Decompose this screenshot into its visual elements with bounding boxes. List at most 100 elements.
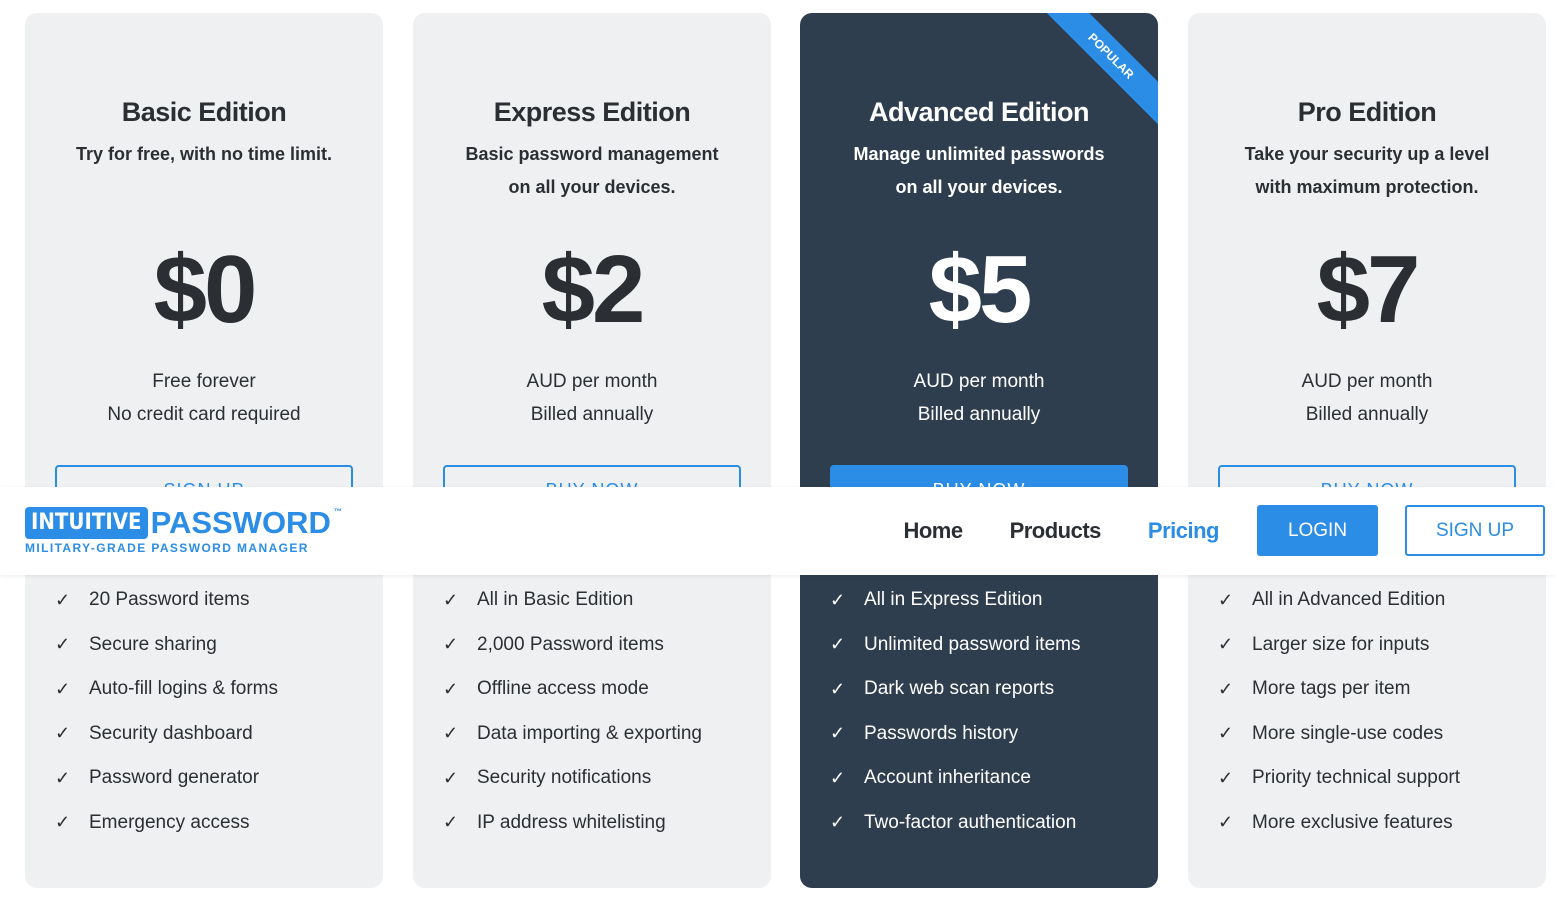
plan-title: Advanced Edition (868, 97, 1090, 127)
plan-description: Basic password management on all your de… (465, 144, 719, 197)
check-icon: ✓ (1218, 589, 1234, 610)
nav-home[interactable]: Home (903, 518, 963, 544)
feature-label: More tags per item (1252, 678, 1411, 700)
feature-item: ✓ Unlimited password items (830, 623, 1148, 668)
feature-label: IP address whitelisting (477, 811, 666, 833)
feature-item: ✓ 20 Password items (55, 578, 373, 623)
feature-label: All in Express Edition (864, 589, 1043, 611)
feature-label: Security notifications (477, 767, 652, 789)
plan-billing: AUD per month Billed annually (800, 365, 1158, 431)
logo-word-intuitive: INTUITIVE (25, 507, 148, 539)
feature-item: ✓ Security dashboard (55, 712, 373, 757)
billing-line-1: AUD per month (1301, 371, 1433, 392)
plan-price: $2 (541, 236, 646, 343)
plan-billing: Free forever No credit card required (25, 365, 383, 431)
plan-price: $7 (1316, 236, 1421, 343)
feature-label: Unlimited password items (864, 633, 1081, 655)
feature-item: ✓ Data importing & exporting (443, 712, 761, 757)
check-icon: ✓ (55, 589, 71, 610)
feature-item: ✓ Password generator (55, 756, 373, 801)
check-icon: ✓ (830, 678, 846, 699)
feature-item: ✓ Two-factor authentication (830, 801, 1148, 846)
feature-label: More exclusive features (1252, 811, 1453, 833)
check-icon: ✓ (1218, 767, 1234, 788)
feature-item: ✓ Security notifications (443, 756, 761, 801)
check-icon: ✓ (443, 723, 459, 744)
logo-word-password: PASSWORD (150, 505, 331, 540)
feature-list: ✓ 20 Password items ✓ Secure sharing ✓ Auto-f… (55, 578, 373, 845)
feature-item: ✓ Priority technical support (1218, 756, 1536, 801)
check-icon: ✓ (830, 589, 846, 610)
logo-tagline: MILITARY-GRADE PASSWORD MANAGER (25, 541, 309, 555)
main-nav: Home Products Pricing LOGIN SIGN UP (903, 505, 1545, 556)
plan-card-advanced: Advanced Edition Manage unlimited passwo… (800, 13, 1158, 888)
feature-label: 2,000 Password items (477, 633, 664, 655)
billing-line-1: AUD per month (913, 371, 1045, 392)
feature-label: Security dashboard (89, 722, 253, 744)
plan-billing: AUD per month Billed annually (413, 365, 771, 431)
billing-line-2: Billed annually (1305, 404, 1429, 425)
feature-list: ✓ All in Express Edition ✓ Unlimited passwo… (830, 578, 1148, 845)
feature-label: Account inheritance (864, 767, 1031, 789)
feature-label: Dark web scan reports (864, 678, 1055, 700)
plan-price: $5 (928, 236, 1033, 343)
billing-line-2: Billed annually (917, 404, 1041, 425)
billing-line-2: Billed annually (530, 404, 654, 425)
plan-card-pro: Pro Edition Take your security up a leve… (1188, 13, 1546, 888)
check-icon: ✓ (443, 767, 459, 788)
plan-title: Express Edition (493, 97, 691, 127)
nav-pricing[interactable]: Pricing (1148, 518, 1220, 544)
feature-item: ✓ More tags per item (1218, 667, 1536, 712)
login-button[interactable]: LOGIN (1257, 505, 1378, 556)
check-icon: ✓ (1218, 812, 1234, 833)
feature-item: ✓ More exclusive features (1218, 801, 1536, 846)
feature-item: ✓ Passwords history (830, 712, 1148, 757)
feature-list: ✓ All in Advanced Edition ✓ Larger size for… (1218, 578, 1536, 845)
feature-item: ✓ Larger size for inputs (1218, 623, 1536, 668)
plan-billing: AUD per month Billed annually (1188, 365, 1546, 431)
check-icon: ✓ (443, 589, 459, 610)
check-icon: ✓ (55, 678, 71, 699)
check-icon: ✓ (55, 812, 71, 833)
plan-description: Take your security up a level with maxim… (1244, 144, 1490, 197)
feature-label: 20 Password items (89, 589, 250, 611)
billing-line-2: No credit card required (107, 404, 301, 425)
feature-item: ✓ IP address whitelisting (443, 801, 761, 846)
feature-item: ✓ Account inheritance (830, 756, 1148, 801)
check-icon: ✓ (443, 634, 459, 655)
check-icon: ✓ (1218, 723, 1234, 744)
check-icon: ✓ (55, 634, 71, 655)
nav-products[interactable]: Products (1010, 518, 1102, 544)
feature-label: More single-use codes (1252, 722, 1444, 744)
plan-description: Manage unlimited passwords on all your d… (853, 144, 1105, 197)
logo-trademark: ™ (333, 507, 342, 516)
feature-item: ✓ Emergency access (55, 801, 373, 846)
check-icon: ✓ (1218, 634, 1234, 655)
feature-item: ✓ Dark web scan reports (830, 667, 1148, 712)
billing-line-1: Free forever (152, 371, 256, 392)
feature-label: Offline access mode (477, 678, 649, 700)
site-header: INTUITIVE PASSWORD ™ MILITARY-GRADE PASS… (0, 487, 1555, 575)
feature-item: ✓ All in Express Edition (830, 578, 1148, 623)
feature-label: Auto-fill logins & forms (89, 678, 279, 700)
feature-item: ✓ Secure sharing (55, 623, 373, 668)
check-icon: ✓ (443, 812, 459, 833)
feature-label: Larger size for inputs (1252, 633, 1430, 655)
plan-title: Basic Edition (121, 97, 287, 127)
check-icon: ✓ (830, 723, 846, 744)
feature-item: ✓ All in Advanced Edition (1218, 578, 1536, 623)
feature-item: ✓ Offline access mode (443, 667, 761, 712)
feature-label: Passwords history (864, 722, 1019, 744)
feature-label: Emergency access (89, 811, 250, 833)
feature-label: All in Advanced Edition (1252, 589, 1446, 611)
signup-button[interactable]: SIGN UP (1405, 505, 1545, 556)
feature-label: Priority technical support (1252, 767, 1461, 789)
feature-list: ✓ All in Basic Edition ✓ 2,000 Password ite… (443, 578, 761, 845)
plan-description: Try for free, with no time limit. (75, 144, 333, 164)
feature-label: All in Basic Edition (477, 589, 634, 611)
feature-item: ✓ All in Basic Edition (443, 578, 761, 623)
check-icon: ✓ (830, 634, 846, 655)
plan-title: Pro Edition (1297, 97, 1437, 127)
feature-item: ✓ 2,000 Password items (443, 623, 761, 668)
logo[interactable]: INTUITIVE PASSWORD ™ MILITARY-GRADE PASS… (25, 507, 342, 555)
